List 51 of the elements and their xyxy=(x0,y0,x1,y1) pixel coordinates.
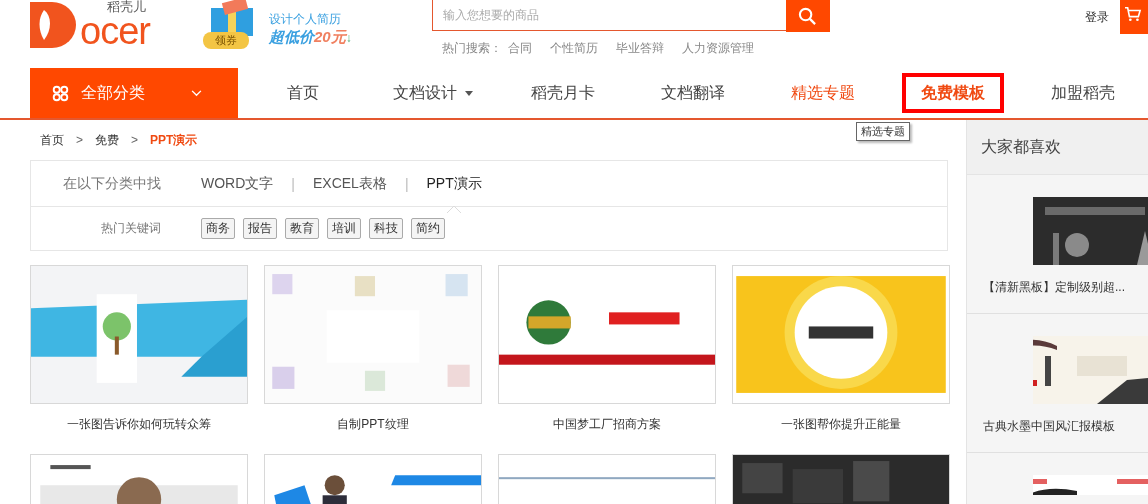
hot-search-link[interactable]: 人力资源管理 xyxy=(681,40,754,57)
template-title[interactable]: 自制PPT纹理 xyxy=(337,416,409,446)
breadcrumb-link[interactable]: 首页 xyxy=(40,131,64,149)
price-text: 20元 xyxy=(314,27,346,47)
hot-search-label: 热门搜索： xyxy=(441,40,502,57)
category-tab[interactable]: EXCEL表格 xyxy=(312,174,387,193)
search-button[interactable] xyxy=(785,0,830,32)
tab-separator: | xyxy=(291,175,295,192)
nav-tab[interactable]: 免费模板 xyxy=(902,73,1004,113)
chevron-icon xyxy=(191,89,202,97)
hot-search-link[interactable]: 毕业答辩 xyxy=(615,40,664,57)
price-label: 超低价 xyxy=(269,27,314,47)
cart-button[interactable] xyxy=(1120,0,1148,34)
keyword-tag[interactable]: 培训 xyxy=(327,218,361,239)
coupon-badge[interactable]: 领券 xyxy=(203,32,249,49)
keywords-label: 热门关键词 xyxy=(101,220,162,237)
nav-tab[interactable]: 稻壳月卡 xyxy=(498,73,628,113)
category-tab[interactable]: WORD文字 xyxy=(201,174,274,193)
login-link[interactable]: 登录 xyxy=(1085,9,1109,26)
nav-tab[interactable]: 首页 xyxy=(238,73,368,113)
tooltip: 精选专题 xyxy=(856,122,910,141)
logo-subtitle: 稻壳儿 xyxy=(106,0,147,14)
sidebar-item-title[interactable]: 古典水墨中国风汇报模板 xyxy=(983,418,1148,435)
sidebar-title: 大家都喜欢 xyxy=(967,120,1148,175)
nav-tab[interactable]: 加盟稻壳 xyxy=(1018,73,1148,113)
nav-tab[interactable]: 精选专题 xyxy=(758,73,888,113)
logo-icon[interactable] xyxy=(30,2,78,48)
category-tab[interactable]: PPT演示 xyxy=(426,174,482,193)
hot-search-link[interactable]: 个性简历 xyxy=(549,40,598,57)
nav-tab[interactable]: 文档翻译 xyxy=(628,73,758,113)
breadcrumb-separator: > xyxy=(131,133,139,147)
grid-icon xyxy=(52,84,69,102)
keyword-tag[interactable]: 科技 xyxy=(369,218,403,239)
search-icon xyxy=(798,6,818,26)
keyword-tag[interactable]: 简约 xyxy=(411,218,445,239)
keyword-tag[interactable]: 报告 xyxy=(243,218,277,239)
nav-tab[interactable]: 文档设计 xyxy=(368,73,498,113)
hot-search-link[interactable]: 合同 xyxy=(507,40,532,57)
keyword-tag[interactable]: 商务 xyxy=(201,218,235,239)
tab-separator: | xyxy=(404,175,409,192)
filter-label: 在以下分类中找 xyxy=(63,174,162,193)
search-field[interactable]: 输入您想要的商品 xyxy=(431,0,786,31)
cart-icon xyxy=(1124,6,1142,22)
breadcrumb-link[interactable]: PPT演示 xyxy=(150,131,198,149)
breadcrumb-separator: > xyxy=(76,133,83,147)
keyword-tag[interactable]: 教育 xyxy=(285,218,319,239)
template-title[interactable]: 一张图告诉你如何玩转众筹 xyxy=(67,416,211,446)
template-title[interactable]: 一张图帮你提升正能量 xyxy=(781,416,901,446)
template-title[interactable]: 中国梦工厂招商方案 xyxy=(553,416,661,446)
sidebar-item-title[interactable]: 【清新黑板】定制级别超... xyxy=(983,279,1148,296)
breadcrumb-link[interactable]: 免费 xyxy=(95,131,119,149)
